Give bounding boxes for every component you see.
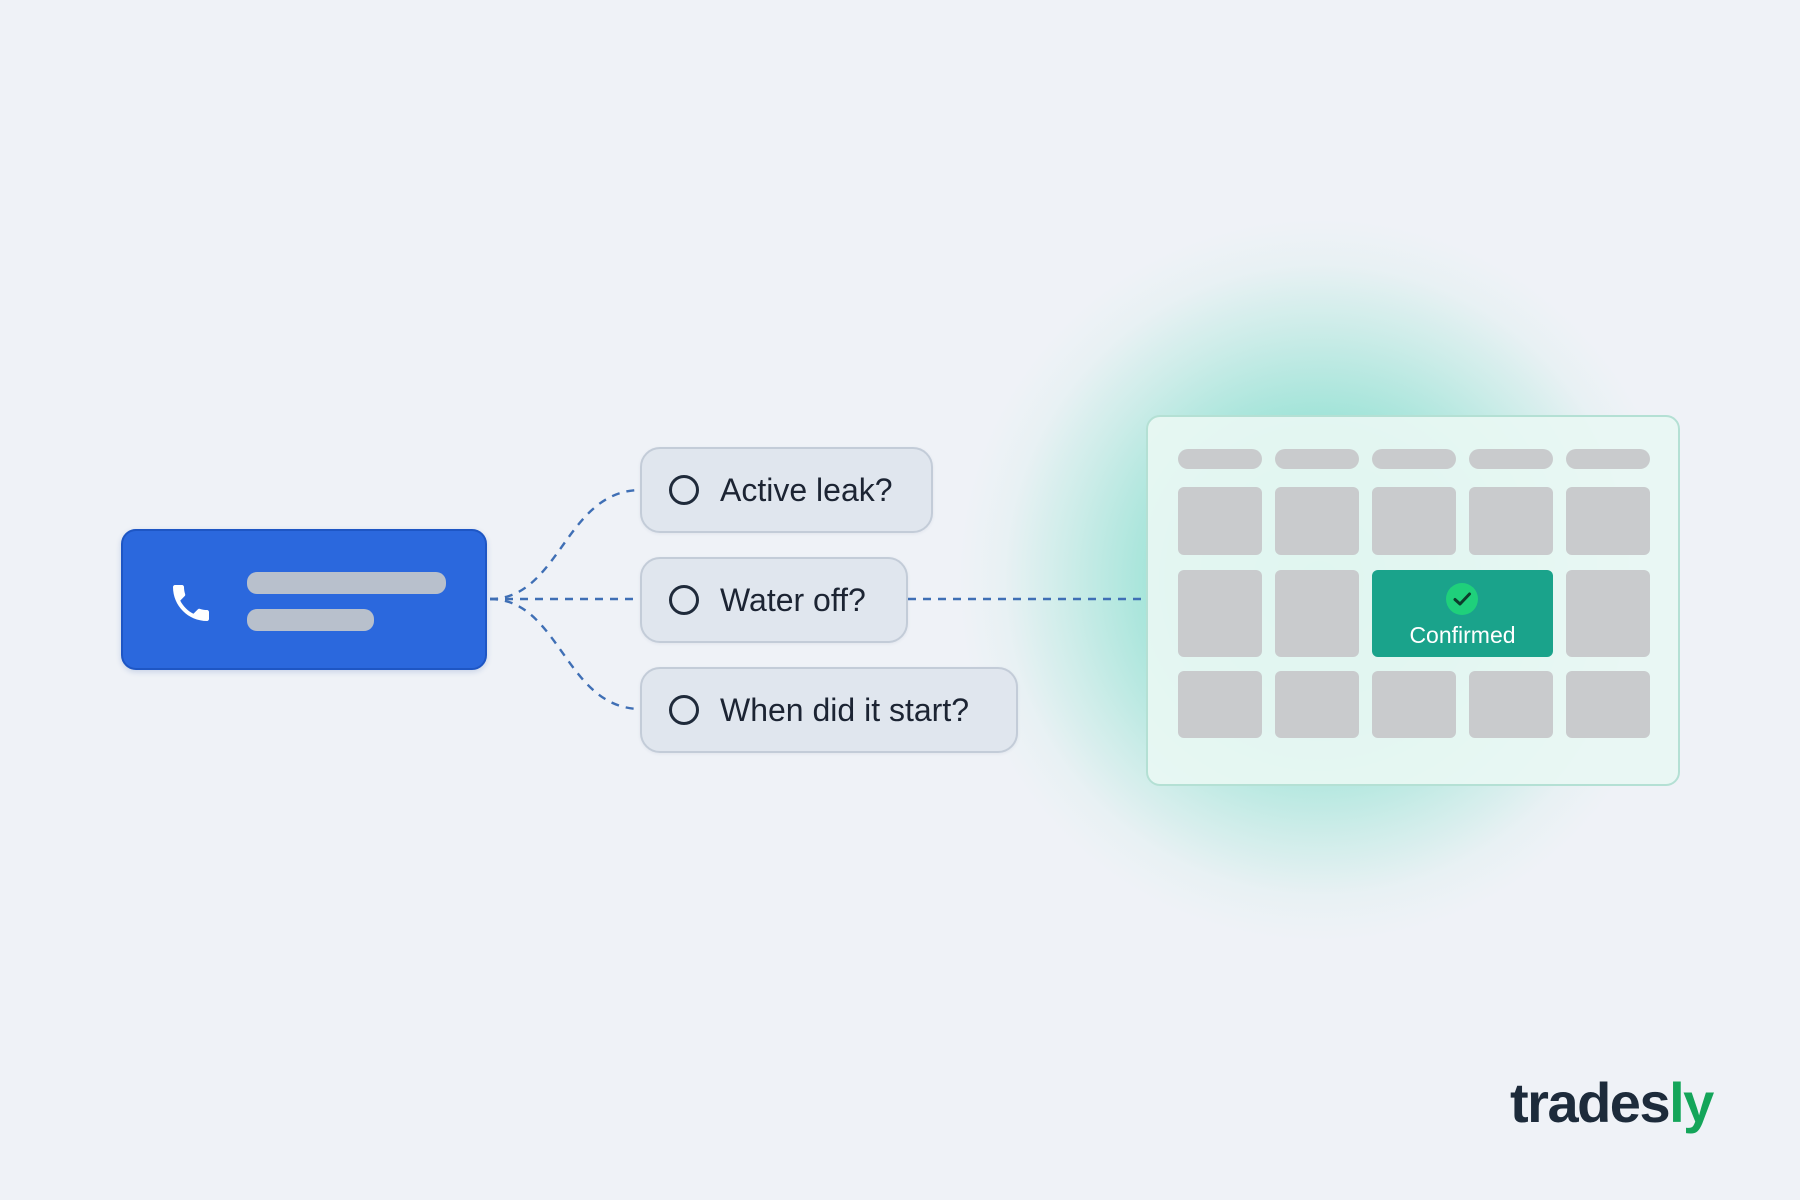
booking-calendar: Confirmed xyxy=(1146,415,1680,786)
tradesly-logo: tradesly xyxy=(1510,1075,1714,1131)
calendar-day-header xyxy=(1372,449,1456,469)
calendar-slot[interactable] xyxy=(1566,570,1650,657)
calendar-slot[interactable] xyxy=(1372,487,1456,555)
radio-empty-icon[interactable] xyxy=(669,585,699,615)
question-label: When did it start? xyxy=(720,691,969,728)
calendar-slot[interactable] xyxy=(1566,671,1650,738)
question-when-start[interactable]: When did it start? xyxy=(640,667,1018,753)
incoming-call-card[interactable] xyxy=(121,529,487,670)
radio-empty-icon[interactable] xyxy=(669,475,699,505)
logo-text-trades: trades xyxy=(1510,1071,1671,1134)
calendar-slot[interactable] xyxy=(1178,570,1262,657)
caller-detail-placeholder xyxy=(247,609,374,631)
confirmed-slot[interactable]: Confirmed xyxy=(1372,570,1553,657)
calendar-day-header xyxy=(1275,449,1359,469)
calendar-slot[interactable] xyxy=(1275,671,1359,738)
caller-name-placeholder xyxy=(247,572,446,594)
question-label: Water off? xyxy=(720,581,866,618)
calendar-slot[interactable] xyxy=(1469,671,1553,738)
calendar-day-header xyxy=(1566,449,1650,469)
connector-active-leak xyxy=(489,488,641,601)
question-active-leak[interactable]: Active leak? xyxy=(640,447,933,533)
calendar-slot[interactable] xyxy=(1178,671,1262,738)
phone-icon xyxy=(173,585,209,621)
calendar-day-header xyxy=(1469,449,1553,469)
logo-text-ly: ly xyxy=(1669,1071,1714,1134)
radio-empty-icon[interactable] xyxy=(669,695,699,725)
check-circle-icon xyxy=(1446,583,1478,615)
calendar-slot[interactable] xyxy=(1566,487,1650,555)
question-label: Active leak? xyxy=(720,471,893,508)
question-water-off[interactable]: Water off? xyxy=(640,557,908,643)
calendar-slot[interactable] xyxy=(1178,487,1262,555)
calendar-slot[interactable] xyxy=(1275,570,1359,657)
calendar-slot[interactable] xyxy=(1469,487,1553,555)
calendar-slot[interactable] xyxy=(1275,487,1359,555)
calendar-day-header xyxy=(1178,449,1262,469)
confirmed-label: Confirmed xyxy=(1409,622,1516,648)
calendar-slot[interactable] xyxy=(1372,671,1456,738)
connector-when-start xyxy=(489,597,641,711)
